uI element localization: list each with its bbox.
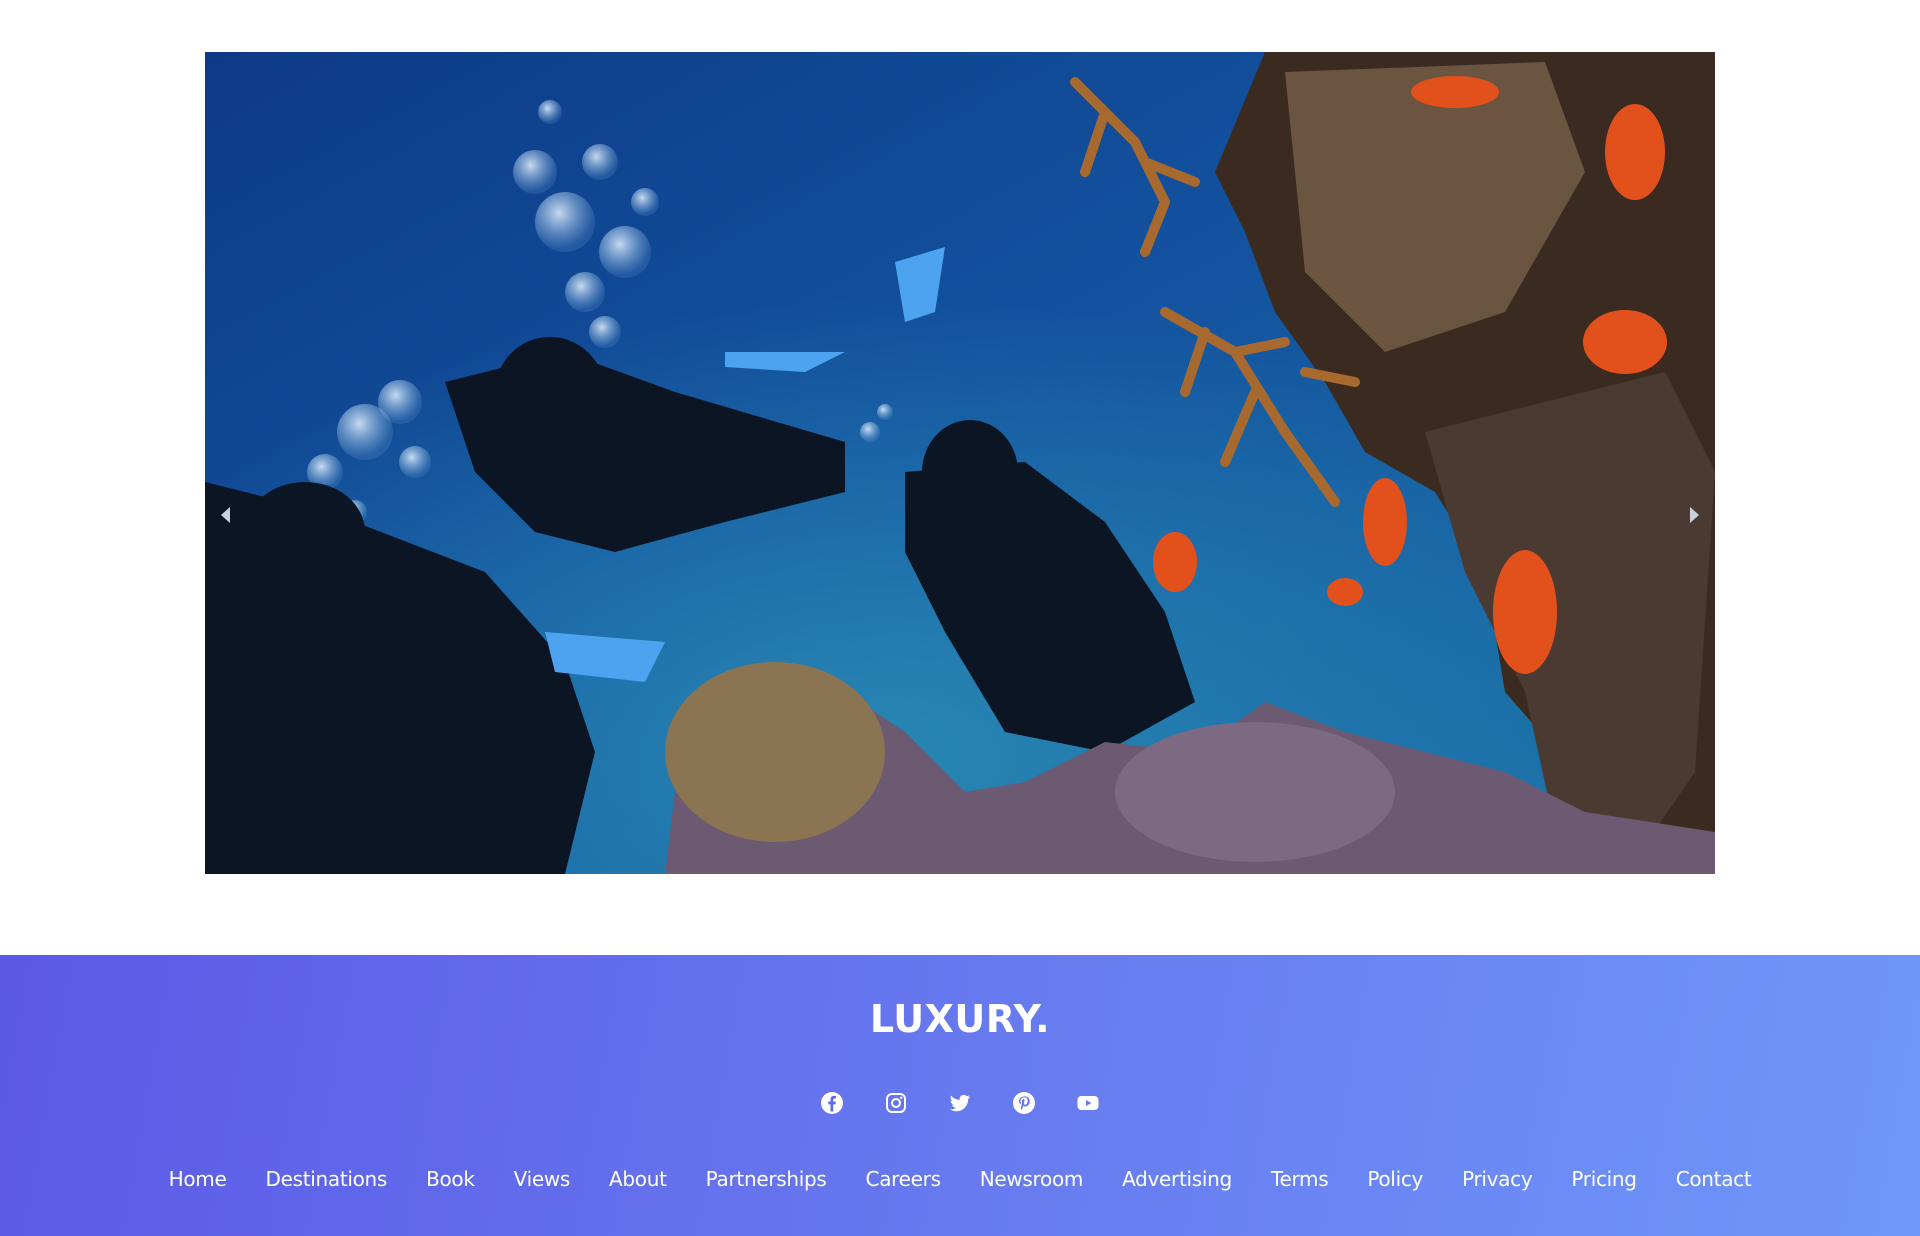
footer-link-destinations[interactable]: Destinations [246,1167,407,1191]
chevron-left-icon [221,507,230,523]
footer-link-newsroom[interactable]: Newsroom [960,1167,1102,1191]
footer-link-pricing[interactable]: Pricing [1552,1167,1656,1191]
footer-link-advertising[interactable]: Advertising [1103,1167,1252,1191]
image-slider[interactable] [205,52,1715,874]
page: LUXURY. Home Destinations Book Views Abo… [0,0,1920,1236]
facebook-link[interactable] [820,1091,844,1115]
footer-link-contact[interactable]: Contact [1656,1167,1771,1191]
footer-link-privacy[interactable]: Privacy [1443,1167,1552,1191]
footer-link-partnerships[interactable]: Partnerships [686,1167,846,1191]
site-footer: LUXURY. Home Destinations Book Views Abo… [0,955,1920,1236]
youtube-icon [1077,1096,1099,1110]
twitter-link[interactable] [948,1091,972,1115]
twitter-icon [949,1094,971,1112]
chevron-right-icon [1690,507,1699,523]
pinterest-icon [1013,1092,1035,1114]
youtube-link[interactable] [1076,1091,1100,1115]
footer-link-views[interactable]: Views [494,1167,589,1191]
facebook-icon [821,1092,843,1114]
slider-prev-button[interactable] [213,503,237,527]
instagram-icon [886,1093,906,1113]
footer-link-policy[interactable]: Policy [1348,1167,1443,1191]
footer-link-careers[interactable]: Careers [846,1167,960,1191]
social-links [0,1091,1920,1115]
footer-link-about[interactable]: About [590,1167,687,1191]
slide-photo [205,52,1715,874]
slider-next-button[interactable] [1683,503,1707,527]
footer-link-book[interactable]: Book [407,1167,495,1191]
footer-link-terms[interactable]: Terms [1251,1167,1347,1191]
footer-nav: Home Destinations Book Views About Partn… [0,1167,1920,1191]
footer-link-home[interactable]: Home [149,1167,246,1191]
instagram-link[interactable] [884,1091,908,1115]
pinterest-link[interactable] [1012,1091,1036,1115]
footer-brand-logo[interactable]: LUXURY. [0,997,1920,1041]
